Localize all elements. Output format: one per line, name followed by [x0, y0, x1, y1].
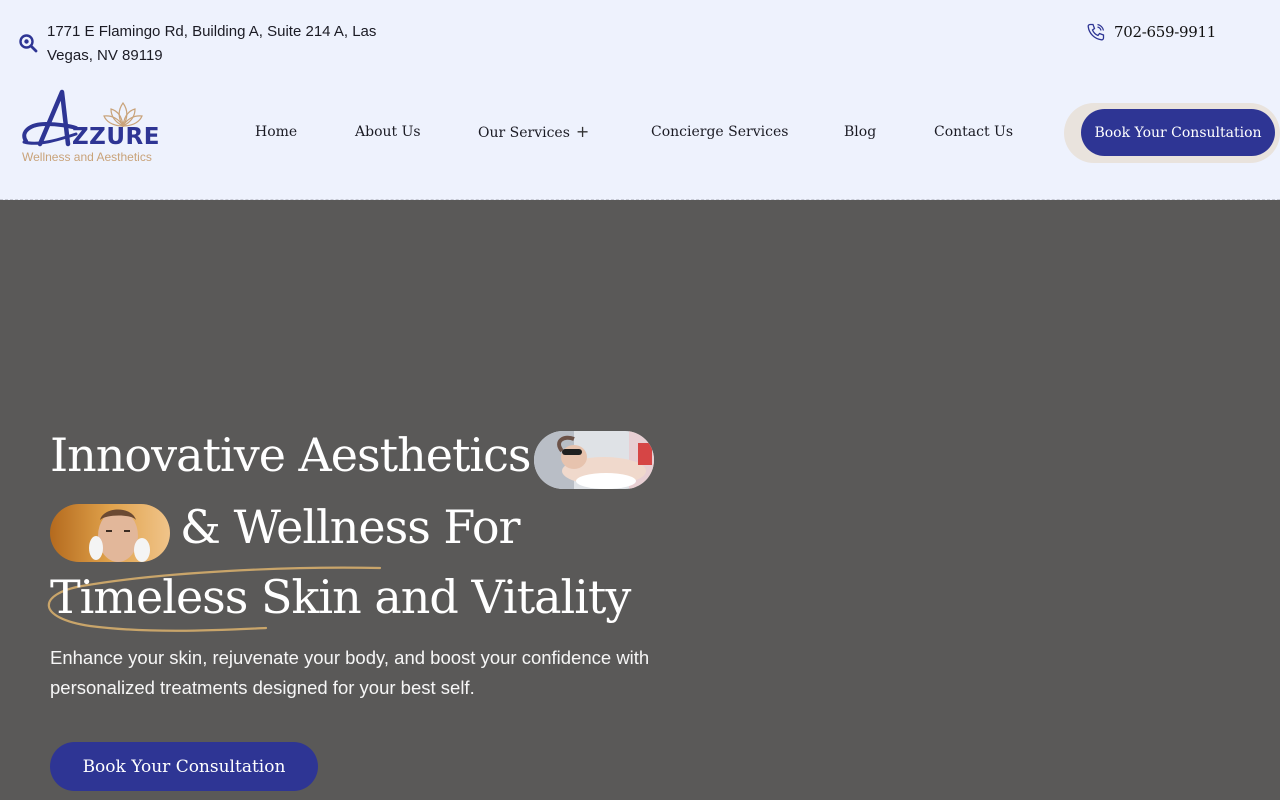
- nav-our-services[interactable]: Our Services +: [478, 120, 589, 145]
- phone-icon: [1087, 23, 1105, 41]
- location-search-icon: [19, 34, 38, 53]
- facial-injection-image: [50, 504, 170, 562]
- hero-book-consultation-button[interactable]: Book Your Consultation: [50, 742, 318, 791]
- hero-title-line2: & Wellness For: [180, 500, 521, 554]
- hero-title-line1: Innovative Aesthetics: [50, 428, 532, 482]
- nav-concierge-services[interactable]: Concierge Services: [651, 120, 788, 144]
- phone-number: 702-659-9911: [1114, 23, 1216, 41]
- nav-about-us[interactable]: About Us: [355, 120, 421, 144]
- logo-tagline: Wellness and Aesthetics: [22, 150, 152, 164]
- plus-icon[interactable]: +: [576, 122, 589, 141]
- address-text: 1771 E Flamingo Rd, Building A, Suite 21…: [47, 23, 377, 64]
- hero-subtitle: Enhance your skin, rejuvenate your body,…: [50, 647, 650, 698]
- laser-treatment-image: [534, 431, 654, 489]
- nav-our-services-label: Our Services: [478, 125, 570, 141]
- header-book-consultation-button[interactable]: Book Your Consultation: [1081, 109, 1275, 156]
- address-block[interactable]: 1771 E Flamingo Rd, Building A, Suite 21…: [18, 20, 418, 68]
- site-header: 1771 E Flamingo Rd, Building A, Suite 21…: [0, 0, 1280, 200]
- nav-home[interactable]: Home: [255, 120, 297, 144]
- nav-contact-us[interactable]: Contact Us: [934, 120, 1013, 144]
- hero-title-line3: Timeless Skin and Vitality: [50, 570, 631, 624]
- phone-link[interactable]: 702-659-9911: [1086, 22, 1216, 42]
- nav-blog[interactable]: Blog: [844, 120, 876, 144]
